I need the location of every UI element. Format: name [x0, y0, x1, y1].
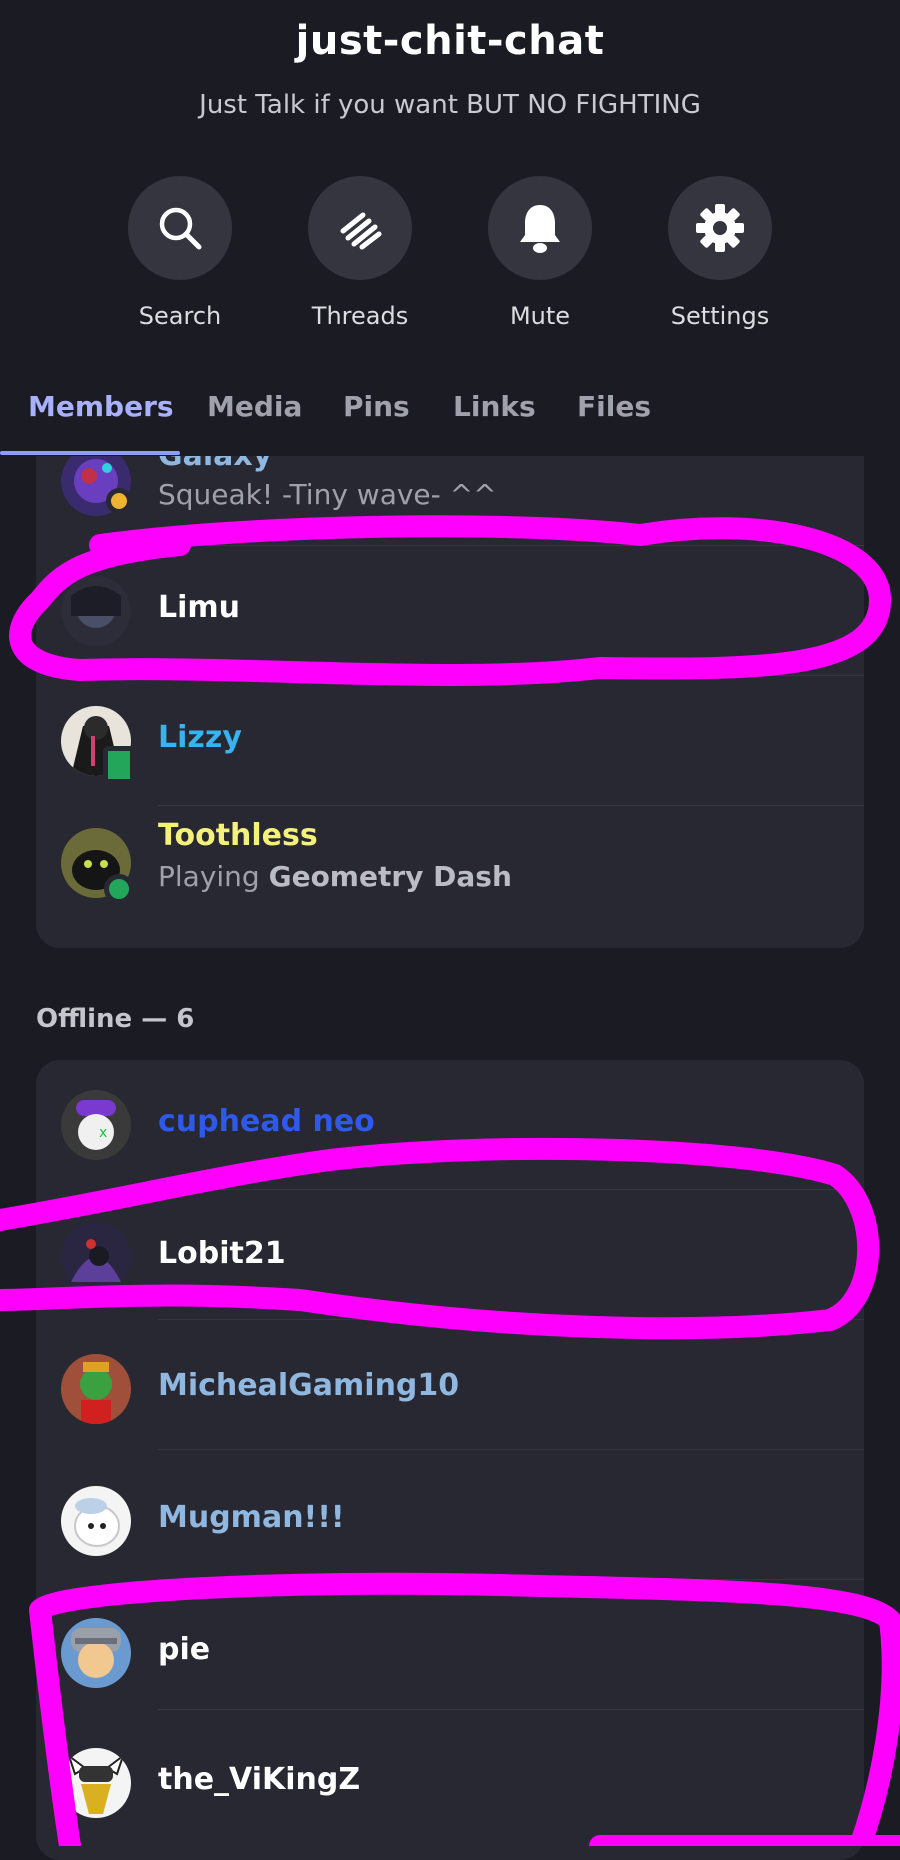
member-name: pie [158, 1632, 211, 1667]
member-name: Lizzy [158, 720, 242, 755]
settings-label: Settings [670, 302, 770, 330]
channel-title: just-chit-chat [295, 18, 605, 64]
offline-members-list: x cuphead neo Lobit21 MichealGaming10 Mu… [36, 1060, 864, 1860]
threads-button-circle[interactable] [308, 176, 412, 280]
settings-button-circle[interactable] [668, 176, 772, 280]
search-icon [159, 207, 202, 250]
avatar [61, 1222, 131, 1292]
tab-files[interactable]: Files [577, 390, 651, 423]
online-members-list: Galaxy Squeak! -Tiny wave- ^^ Limu Lizzy… [36, 456, 864, 948]
status-game: Geometry Dash [268, 860, 512, 893]
member-name: the_ViKingZ [158, 1762, 361, 1797]
member-tabs: Members Media Pins Links Files [0, 380, 900, 455]
member-status: Squeak! -Tiny wave- ^^ [158, 478, 497, 511]
status-prefix: Playing [158, 860, 269, 893]
threads-label: Threads [311, 302, 409, 330]
active-tab-indicator [0, 451, 180, 455]
search-label: Search [138, 302, 222, 330]
online-status-icon [104, 874, 134, 904]
member-row-toothless[interactable]: Toothless Playing Geometry Dash [36, 806, 864, 936]
member-row-lizzy[interactable]: Lizzy [36, 676, 864, 806]
threads-icon [340, 212, 382, 250]
tab-pins[interactable]: Pins [343, 390, 410, 423]
member-row-pie[interactable]: pie [36, 1580, 864, 1710]
member-name: Lobit21 [158, 1236, 286, 1271]
member-name: Galaxy [158, 456, 272, 473]
channel-header: just-chit-chat Just Talk if you want BUT… [0, 0, 900, 120]
member-row-cuphead-neo[interactable]: x cuphead neo [36, 1060, 864, 1190]
channel-topic: Just Talk if you want BUT NO FIGHTING [199, 90, 701, 120]
member-name: Mugman!!! [158, 1500, 345, 1535]
idle-status-icon [106, 488, 132, 514]
member-name: MichealGaming10 [158, 1368, 460, 1403]
gear-icon [696, 204, 744, 252]
avatar: x [61, 1090, 131, 1160]
member-name: Toothless [158, 818, 318, 853]
avatar [61, 1354, 131, 1424]
search-button[interactable]: Search [90, 176, 270, 330]
member-row-the-vikingz[interactable]: the_ViKingZ [36, 1710, 864, 1840]
threads-button[interactable]: Threads [270, 176, 450, 330]
member-row-lobit21[interactable]: Lobit21 [36, 1190, 864, 1320]
avatar [61, 576, 131, 646]
mobile-status-icon [103, 746, 135, 784]
member-name: Limu [158, 590, 241, 625]
settings-button[interactable]: Settings [630, 176, 810, 330]
mute-label: Mute [509, 302, 571, 330]
search-button-circle[interactable] [128, 176, 232, 280]
mute-button[interactable]: Mute [450, 176, 630, 330]
member-row-galaxy[interactable]: Galaxy Squeak! -Tiny wave- ^^ [36, 456, 864, 546]
svg-text:x: x [99, 1125, 107, 1141]
avatar [61, 1618, 131, 1688]
tab-members[interactable]: Members [28, 390, 174, 423]
member-row-mugman[interactable]: Mugman!!! [36, 1450, 864, 1580]
bell-icon [520, 205, 560, 253]
member-status: Playing Geometry Dash [158, 860, 512, 893]
member-row-michealgaming10[interactable]: MichealGaming10 [36, 1320, 864, 1450]
tab-media[interactable]: Media [207, 390, 302, 423]
channel-actions: Search Threads Mute Settings [0, 176, 900, 336]
mute-button-circle[interactable] [488, 176, 592, 280]
member-name: cuphead neo [158, 1104, 375, 1139]
tab-links[interactable]: Links [453, 390, 536, 423]
avatar [61, 1748, 131, 1818]
avatar [61, 1486, 131, 1556]
member-row-limu[interactable]: Limu [36, 546, 864, 676]
offline-section-label: Offline — 6 [36, 1004, 195, 1034]
